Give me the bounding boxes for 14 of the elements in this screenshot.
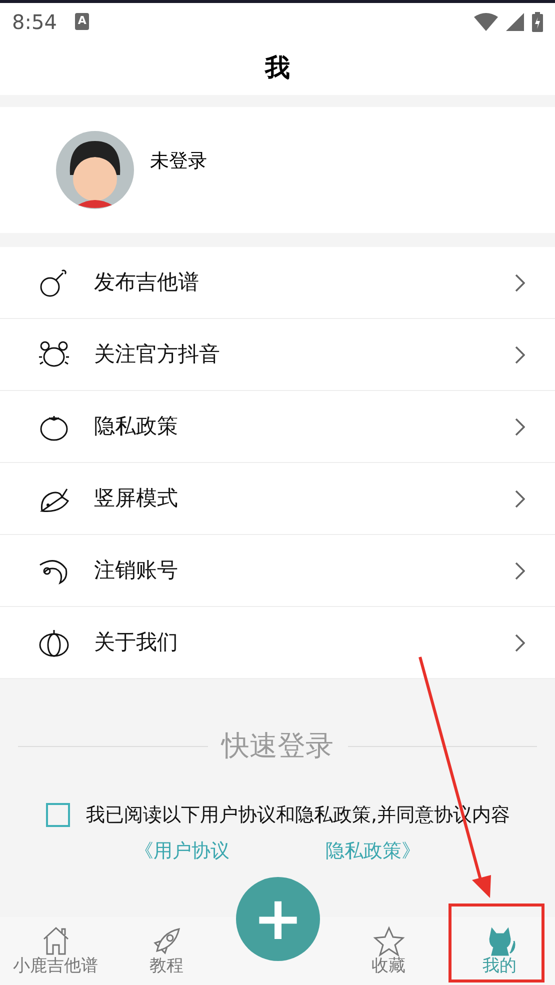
menu-item[interactable]: 关于我们 <box>0 607 555 679</box>
nav-tab[interactable]: 小鹿吉他谱 <box>0 917 111 976</box>
login-status[interactable]: 未登录 <box>150 146 207 176</box>
menu-item[interactable]: 关注官方抖音 <box>0 319 555 391</box>
menu-item[interactable]: 发布吉他谱 <box>0 247 555 319</box>
page-title: 我 <box>265 52 290 84</box>
menu-item[interactable]: 隐私政策 <box>0 391 555 463</box>
nav-tab[interactable]: 教程 <box>111 917 222 976</box>
menu-item[interactable]: 竖屏模式 <box>0 463 555 535</box>
menu-item[interactable]: 注销账号 <box>0 535 555 607</box>
section-title: 快速登录 <box>220 728 334 764</box>
notification-indicator: A <box>74 13 90 30</box>
status-time: 8:54 <box>12 8 57 36</box>
nav-tab[interactable]: 收藏 <box>333 917 444 976</box>
